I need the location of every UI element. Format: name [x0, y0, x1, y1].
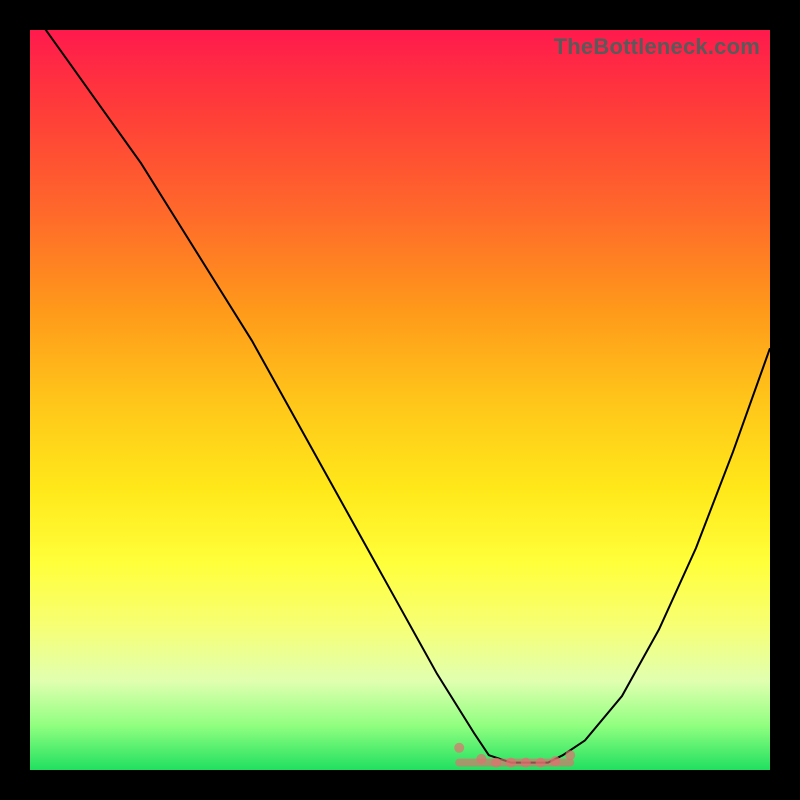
curve-svg [30, 30, 770, 770]
plot-area: TheBottleneck.com [30, 30, 770, 770]
bottleneck-curve [30, 30, 770, 763]
dot [454, 743, 464, 753]
chart-container: TheBottleneck.com [0, 0, 800, 800]
